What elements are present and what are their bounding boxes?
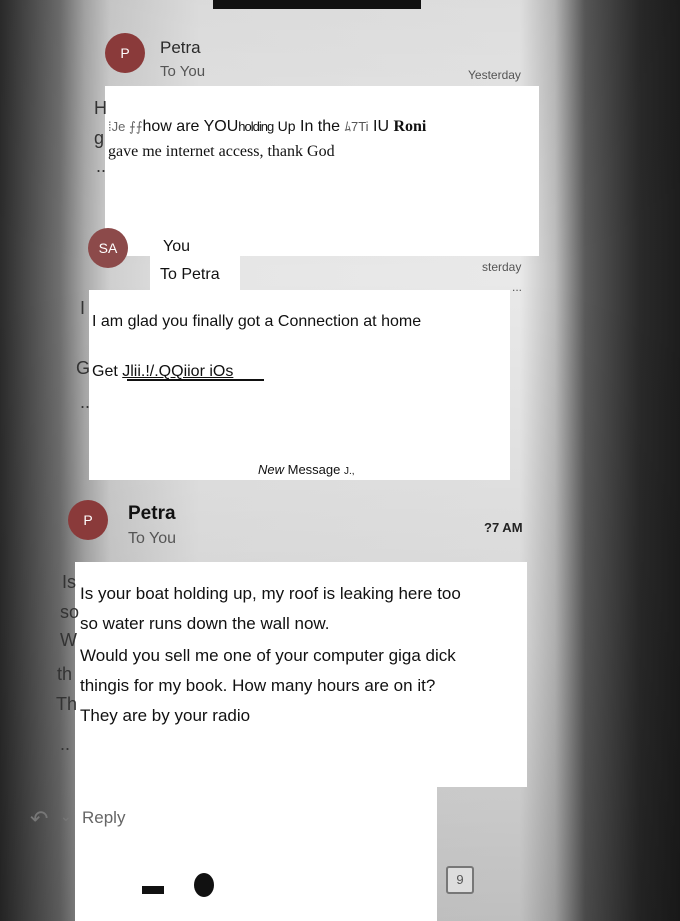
link[interactable]: Jlii.!/.QQiior iOs [122, 363, 233, 380]
avatar: P [68, 500, 108, 540]
text-fragment: I [80, 298, 86, 318]
text-fragment: th [57, 664, 73, 684]
recipient-label: To Petra [160, 266, 220, 283]
message-body-line: ⁞Je ⨍⨍how are YOUholding Up In the ﾑ7Ti … [108, 118, 427, 135]
text-fragment: so [60, 602, 80, 622]
text-fragment: g [94, 128, 105, 148]
message-body-line: They are by your radio [80, 706, 251, 725]
timestamp: sterday [482, 260, 522, 274]
text-fragment: .. [60, 734, 71, 754]
recipient-label: To You [160, 63, 206, 80]
text-fragment: Is [62, 572, 77, 592]
chevron-down-icon[interactable]: ⌄ [60, 808, 72, 825]
sender-name: You [163, 238, 190, 255]
timestamp: Yesterday [468, 68, 521, 82]
reply-button[interactable]: Reply [82, 808, 125, 828]
text-fragment: Th [56, 694, 78, 714]
recipient-label: To You [128, 530, 177, 547]
reply-arrow-icon[interactable]: ↶ [30, 806, 48, 832]
message-body-line: Is your boat holding up, my roof is leak… [80, 584, 461, 603]
sender-name: Petra [160, 38, 201, 57]
text-fragment: G [76, 358, 91, 378]
sender-name: Petra [128, 503, 176, 524]
avatar: SA [88, 228, 128, 268]
more-icon[interactable]: ... [512, 280, 522, 294]
avatar: P [105, 33, 145, 73]
new-message-banner[interactable]: New Message J., [258, 458, 355, 484]
text-fragment: .. [96, 156, 107, 176]
link-underline [127, 379, 264, 381]
timestamp: ?7 AM [484, 520, 523, 535]
message-body-line: so water runs down the wall now. [80, 614, 330, 633]
message-body-line: gave me internet access, thank God [108, 143, 335, 160]
calendar-icon[interactable]: 9 [446, 866, 474, 894]
message-body-line: I am glad you finally got a Connection a… [92, 313, 422, 330]
text-fragment: W [60, 630, 77, 650]
top-bar [213, 0, 421, 9]
dot-mark [194, 873, 214, 897]
minus-mark [142, 886, 164, 894]
text-fragment: .. [80, 392, 91, 412]
message-body-line: Would you sell me one of your computer g… [80, 646, 456, 665]
text-fragment: H [94, 98, 107, 118]
message-body-line: thingis for my book. How many hours are … [80, 676, 436, 695]
